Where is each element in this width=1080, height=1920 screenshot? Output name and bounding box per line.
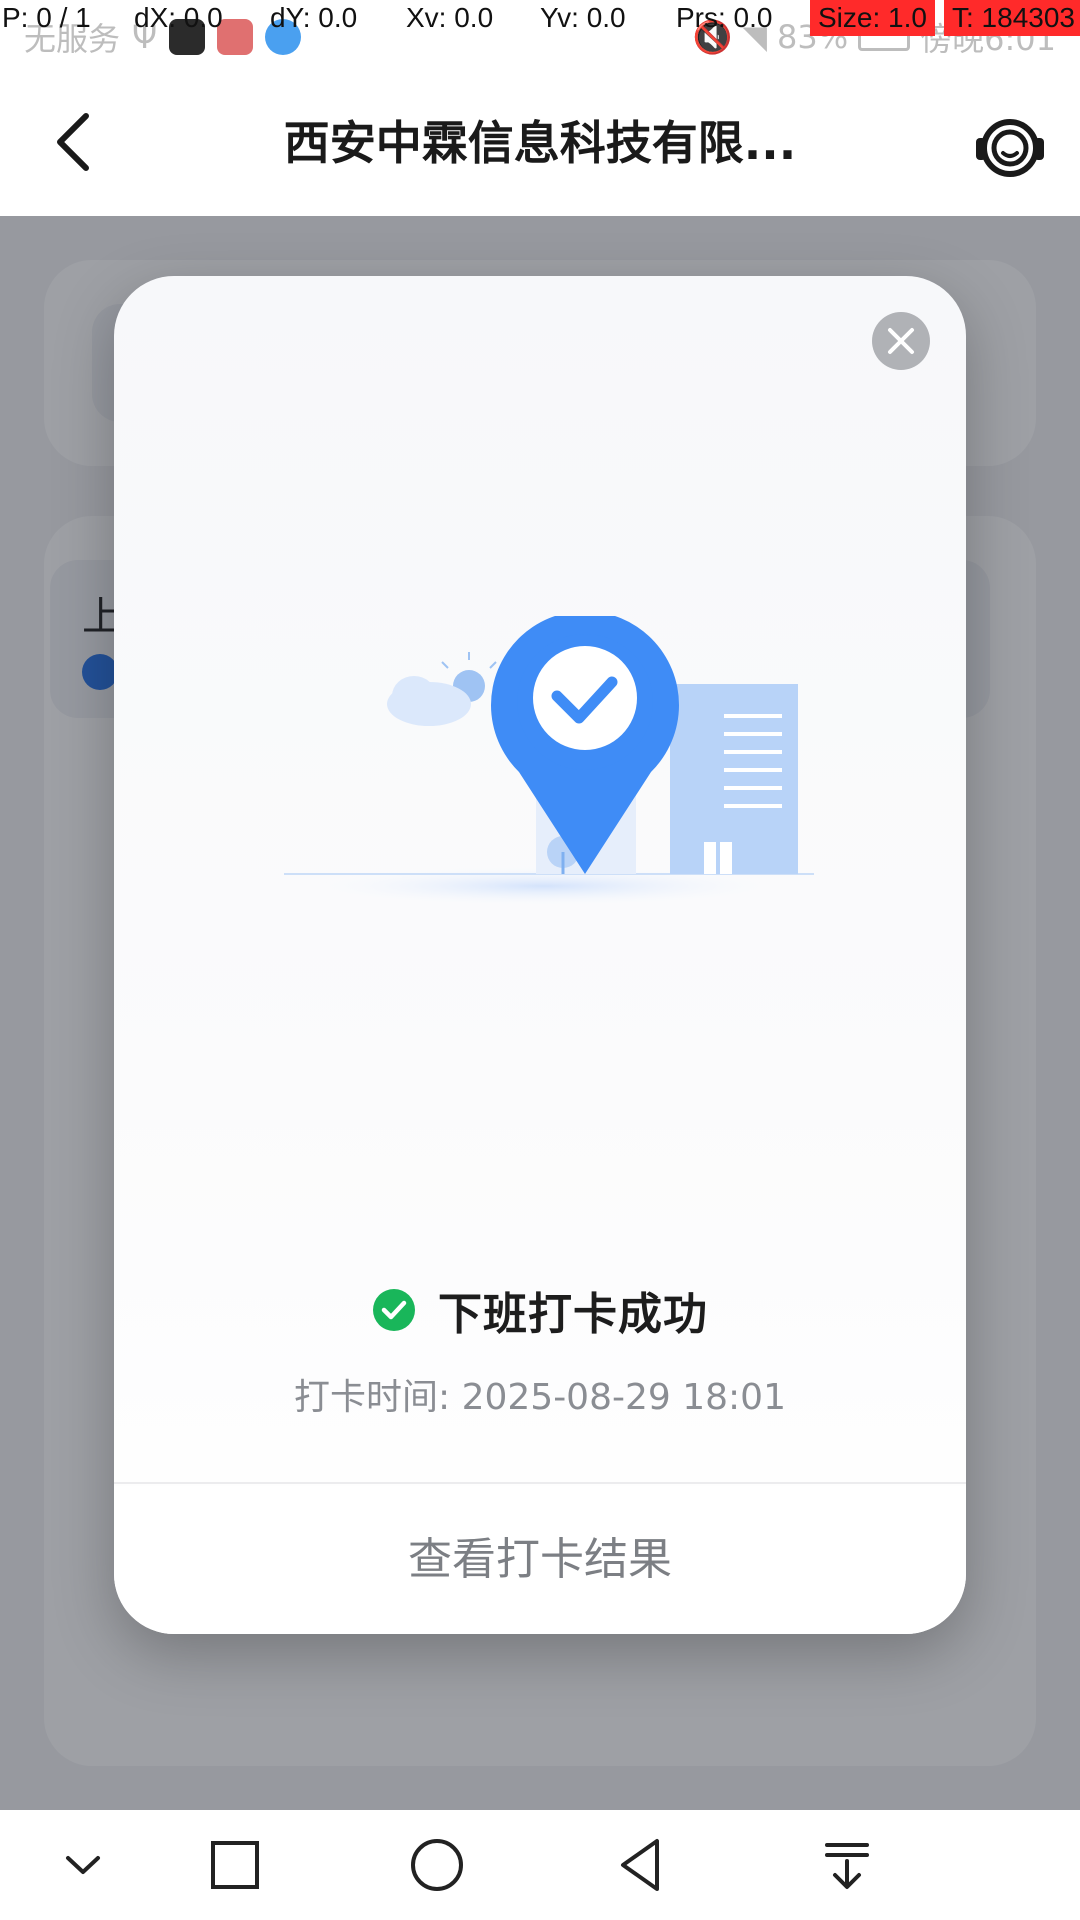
debug-pointer: P: 0 / 1	[2, 2, 91, 33]
customer-service-button[interactable]	[970, 106, 1050, 186]
notification-pull-button[interactable]	[812, 1830, 882, 1900]
view-result-button[interactable]: 查看打卡结果	[114, 1486, 966, 1634]
check-circle-icon	[373, 1289, 415, 1331]
recents-button[interactable]	[200, 1830, 270, 1900]
location-check-illustration	[284, 616, 814, 908]
debug-prs: Prs: 0.0	[676, 2, 773, 33]
chevron-down-icon	[66, 1856, 100, 1874]
debug-yv: Yv: 0.0	[540, 2, 626, 33]
back-button[interactable]	[40, 106, 112, 178]
circle-icon	[411, 1839, 463, 1891]
triangle-back-icon	[621, 1839, 659, 1891]
customer-service-icon	[976, 119, 1044, 177]
close-icon	[888, 328, 914, 354]
header: 西安中霖信息科技有限...	[0, 62, 1080, 216]
collapse-button[interactable]	[48, 1830, 118, 1900]
debug-time: T: 184303	[944, 0, 1080, 36]
pull-down-icon	[825, 1843, 869, 1889]
square-icon	[211, 1841, 259, 1889]
touch-debug-overlay: P: 0 / 1 dX: 0.0 dY: 0.0 Xv: 0.0 Yv: 0.0…	[0, 0, 1080, 36]
page-title: 西安中霖信息科技有限...	[283, 116, 797, 170]
debug-dy: dY: 0.0	[270, 2, 358, 33]
success-text: 下班打卡成功	[438, 1289, 708, 1340]
debug-dx: dX: 0.0	[134, 2, 223, 33]
home-button[interactable]	[402, 1830, 472, 1900]
punch-success-dialog: 下班打卡成功 打卡时间: 2025-08-29 18:01 查看打卡结果	[114, 276, 966, 1634]
back-nav-button[interactable]	[608, 1830, 678, 1900]
navigation-bar	[0, 1810, 1080, 1920]
back-arrow-icon	[57, 113, 89, 171]
status-bar: 无服务 Ψ 🔇 ◥ 83% 傍晚6:01 P: 0 / 1 dX: 0.0 dY…	[0, 0, 1080, 62]
success-row: 下班打卡成功	[114, 1280, 966, 1340]
divider	[114, 1482, 966, 1484]
close-button[interactable]	[872, 312, 930, 370]
debug-size: Size: 1.0	[810, 0, 935, 36]
punch-time: 打卡时间: 2025-08-29 18:01	[294, 1377, 786, 1418]
debug-xv: Xv: 0.0	[406, 2, 494, 33]
screen: 无服务 Ψ 🔇 ◥ 83% 傍晚6:01 P: 0 / 1 dX: 0.0 dY…	[0, 0, 1080, 1920]
